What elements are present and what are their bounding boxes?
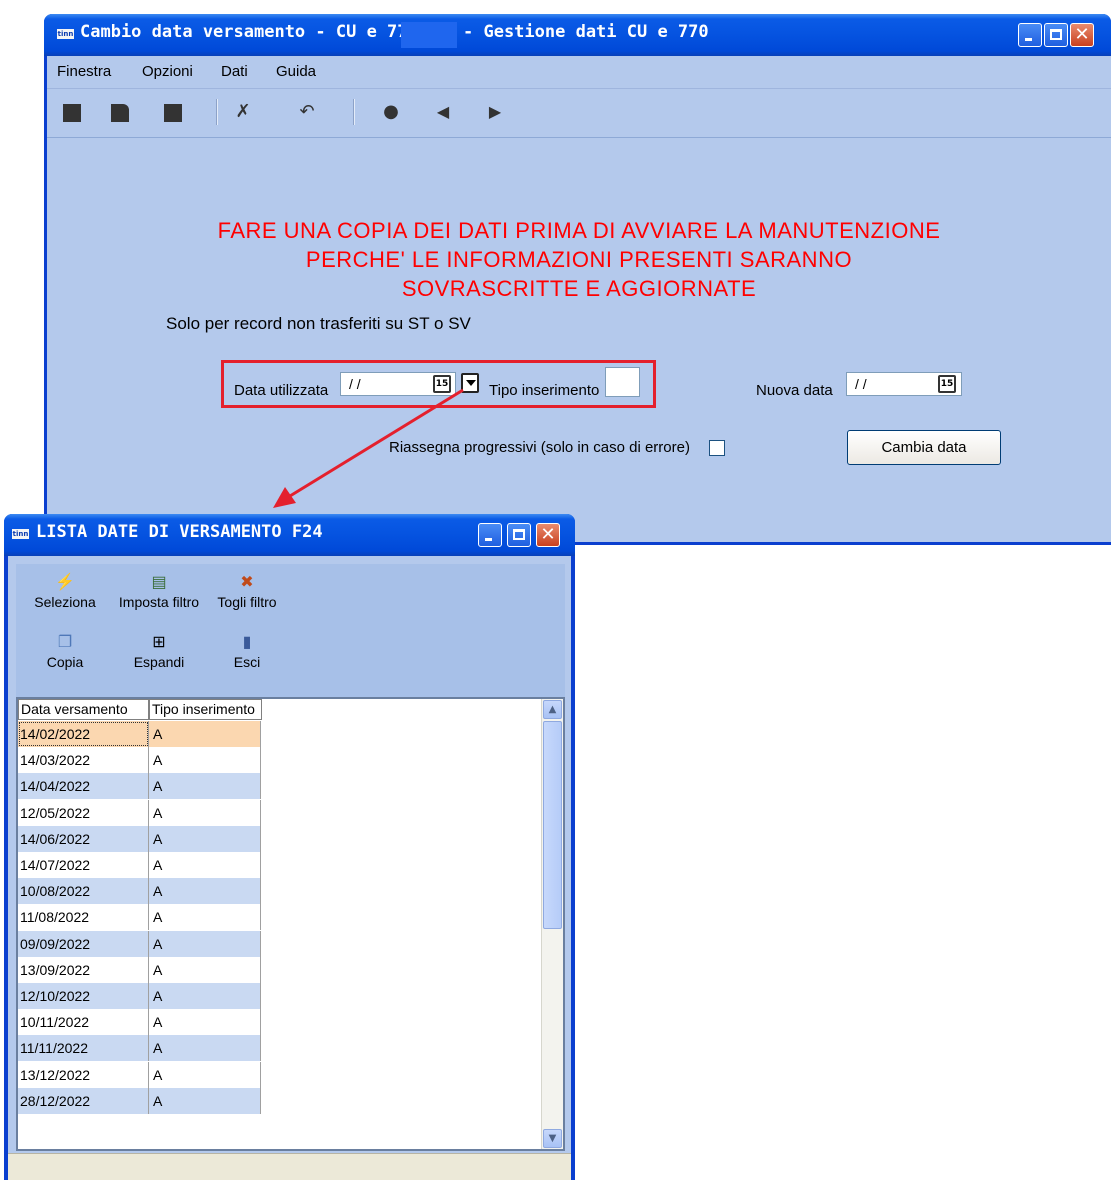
cell-tipo-inserimento[interactable]: A (149, 852, 261, 878)
list-window: tinn LISTA DATE DI VERSAMENTO F24 ✕ ⚡ Se… (4, 514, 575, 1180)
espandi-button[interactable]: ⊞ Espandi (126, 632, 192, 670)
table-row[interactable]: 13/09/2022 A (18, 956, 261, 983)
cell-data-versamento[interactable]: 28/12/2022 (18, 1087, 149, 1114)
expand-icon: ⊞ (152, 634, 166, 651)
cell-tipo-inserimento[interactable]: A (149, 773, 261, 800)
cell-data-versamento[interactable]: 11/08/2022 (18, 904, 149, 931)
list-titlebar[interactable]: tinn LISTA DATE DI VERSAMENTO F24 ✕ (4, 514, 575, 556)
seleziona-label: Seleziona (34, 594, 96, 610)
filter-icon: ▤ (151, 574, 167, 591)
cell-data-versamento[interactable]: 12/10/2022 (18, 983, 149, 1009)
cell-data-versamento[interactable]: 13/09/2022 (18, 956, 149, 983)
cell-tipo-inserimento[interactable]: A (149, 1061, 261, 1088)
vertical-scrollbar[interactable]: ▲ ▼ (541, 699, 563, 1149)
cell-tipo-inserimento[interactable]: A (149, 825, 261, 852)
seleziona-button[interactable]: ⚡ Seleziona (30, 572, 100, 610)
cell-data-versamento[interactable]: 09/09/2022 (18, 930, 149, 957)
maximize-icon (513, 529, 525, 540)
table-row[interactable]: 12/05/2022 A (18, 799, 261, 826)
table-row[interactable]: 14/06/2022 A (18, 825, 261, 852)
cell-data-versamento[interactable]: 12/05/2022 (18, 799, 149, 826)
cell-tipo-inserimento[interactable]: A (149, 1009, 261, 1036)
column-header-tipo-inserimento[interactable]: Tipo inserimento (149, 699, 262, 720)
cell-tipo-inserimento[interactable]: A (149, 747, 261, 774)
cell-tipo-inserimento[interactable]: A (149, 799, 261, 826)
cell-tipo-inserimento[interactable]: A (149, 878, 261, 905)
close-icon: ✕ (540, 524, 556, 545)
exit-door-icon: ▮ (242, 634, 252, 651)
column-header-data-versamento[interactable]: Data versamento (18, 699, 149, 720)
cell-data-versamento[interactable]: 14/04/2022 (18, 773, 149, 800)
list-toolbar: ⚡ Seleziona ▤ Imposta filtro ✖ Togli fil… (16, 564, 565, 697)
maximize-button[interactable] (507, 523, 531, 547)
minimize-icon (485, 538, 492, 541)
table-row[interactable]: 13/12/2022 A (18, 1061, 261, 1088)
table-row[interactable]: 14/07/2022 A (18, 852, 261, 878)
scroll-up-icon[interactable]: ▲ (543, 700, 562, 719)
cell-tipo-inserimento[interactable]: A (149, 930, 261, 957)
cell-data-versamento[interactable]: 14/07/2022 (18, 852, 149, 878)
table-row[interactable]: 09/09/2022 A (18, 930, 261, 957)
cell-tipo-inserimento[interactable]: A (149, 904, 261, 931)
table-row[interactable]: 12/10/2022 A (18, 983, 261, 1009)
cell-tipo-inserimento[interactable]: A (149, 983, 261, 1009)
esci-button[interactable]: ▮ Esci (222, 632, 272, 670)
cell-data-versamento[interactable]: 11/11/2022 (18, 1035, 149, 1062)
table-row[interactable]: 10/11/2022 A (18, 1009, 261, 1036)
table-row[interactable]: 11/08/2022 A (18, 904, 261, 931)
table-row[interactable]: 11/11/2022 A (18, 1035, 261, 1062)
status-bar (8, 1153, 571, 1180)
cell-tipo-inserimento[interactable]: A (149, 1035, 261, 1062)
table-row[interactable]: 14/02/2022 A (18, 721, 261, 747)
cell-data-versamento[interactable]: 14/02/2022 (18, 721, 149, 747)
close-button[interactable]: ✕ (536, 523, 560, 547)
espandi-label: Espandi (133, 654, 185, 670)
scroll-down-icon[interactable]: ▼ (543, 1129, 562, 1148)
list-window-title: LISTA DATE DI VERSAMENTO F24 (36, 522, 323, 542)
cell-tipo-inserimento[interactable]: A (149, 956, 261, 983)
minimize-button[interactable] (478, 523, 502, 547)
table-row[interactable]: 14/03/2022 A (18, 747, 261, 774)
table-row[interactable]: 14/04/2022 A (18, 773, 261, 800)
cell-data-versamento[interactable]: 14/06/2022 (18, 825, 149, 852)
copia-label: Copia (46, 654, 84, 670)
table-row[interactable]: 28/12/2022 A (18, 1087, 261, 1114)
imposta-filtro-button[interactable]: ▤ Imposta filtro (115, 572, 203, 610)
esci-label: Esci (233, 654, 261, 670)
remove-filter-icon: ✖ (240, 574, 254, 591)
cell-tipo-inserimento[interactable]: A (149, 1087, 261, 1114)
scrollbar-thumb[interactable] (543, 721, 562, 929)
copy-icon: ❐ (57, 634, 73, 651)
cell-data-versamento[interactable]: 10/08/2022 (18, 878, 149, 905)
app-logo-icon: tinn (12, 529, 29, 539)
cell-data-versamento[interactable]: 14/03/2022 (18, 747, 149, 774)
dates-grid: Data versamento Tipo inserimento 14/02/2… (16, 697, 565, 1151)
cell-tipo-inserimento[interactable]: A (149, 721, 261, 747)
list-window-body: ⚡ Seleziona ▤ Imposta filtro ✖ Togli fil… (8, 556, 571, 1180)
cell-data-versamento[interactable]: 13/12/2022 (18, 1061, 149, 1088)
lightning-icon: ⚡ (55, 574, 75, 591)
imposta-filtro-label: Imposta filtro (118, 594, 200, 610)
togli-filtro-label: Togli filtro (217, 594, 277, 610)
togli-filtro-button[interactable]: ✖ Togli filtro (212, 572, 282, 610)
copia-button[interactable]: ❐ Copia (36, 632, 94, 670)
cell-data-versamento[interactable]: 10/11/2022 (18, 1009, 149, 1036)
table-row[interactable]: 10/08/2022 A (18, 878, 261, 905)
